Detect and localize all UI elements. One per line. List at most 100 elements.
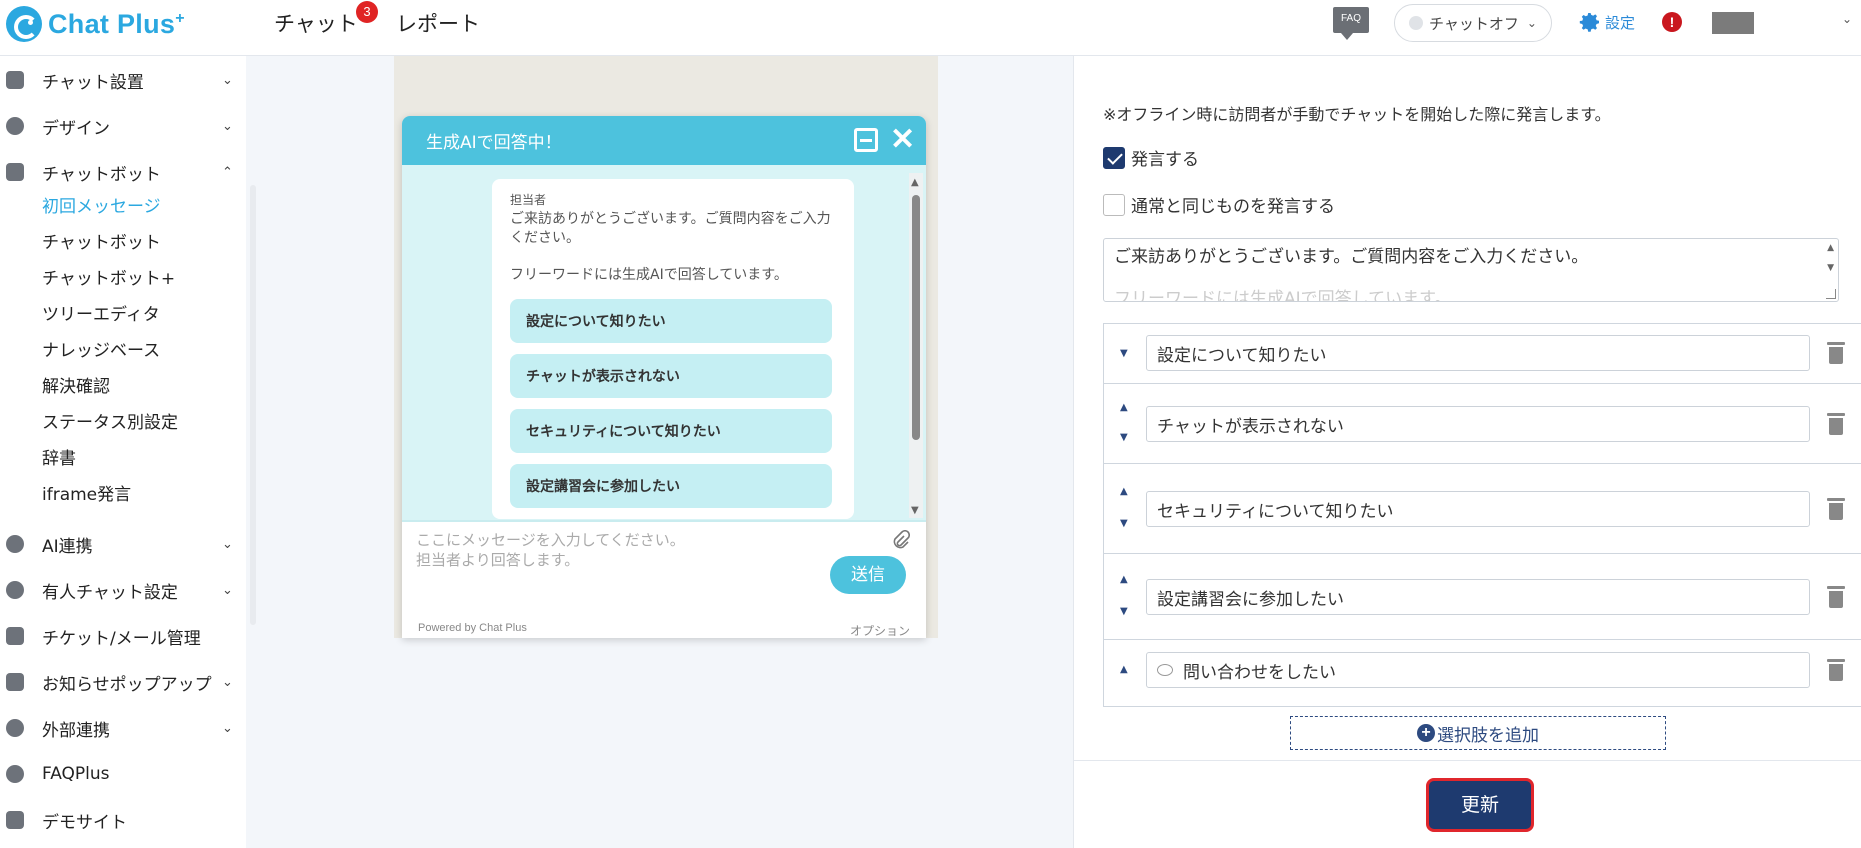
- preview-option-button[interactable]: 設定について知りたい: [510, 299, 832, 343]
- sidebar-subitem-resolution-check[interactable]: 解決確認: [42, 372, 110, 402]
- sidebar-subitem-chatbot[interactable]: チャットボット: [42, 228, 161, 258]
- option-link[interactable]: オプション: [850, 622, 910, 638]
- chat-widget-preview: 生成AIで回答中！ ✕ 担当者 ご来訪ありがとうございます。ご質問内容をご入力く…: [402, 116, 926, 638]
- sidebar-subitem-first-message[interactable]: 初回メッセージ: [42, 192, 161, 222]
- user-chevron-down-icon[interactable]: ⌄: [1842, 12, 1852, 26]
- nav-report[interactable]: レポート: [396, 8, 480, 38]
- choice-list: ▼ 設定について知りたい ▲ ▼ チャットが表示されない ▲ ▼ セキュリティに…: [1103, 323, 1861, 707]
- choice-row: ▲ ▼ セキュリティについて知りたい: [1104, 464, 1861, 554]
- choice-input[interactable]: 設定講習会に参加したい: [1146, 579, 1810, 615]
- logo[interactable]: Chat Plus+: [6, 4, 185, 44]
- move-up-icon[interactable]: ▲: [1120, 486, 1128, 497]
- scroll-thumb[interactable]: [912, 195, 920, 440]
- textarea-scroll-up-icon[interactable]: ▲: [1827, 243, 1834, 253]
- sidebar-subitem-tree-editor[interactable]: ツリーエディタ: [42, 300, 160, 330]
- sidebar-item-design[interactable]: デザイン ⌄: [0, 108, 246, 144]
- nav-chat[interactable]: チャット: [274, 8, 358, 38]
- textarea-scroll-down-icon[interactable]: ▼: [1827, 263, 1834, 273]
- sidebar-item-chat-install[interactable]: チャット設置 ⌄: [0, 62, 246, 98]
- speak-checkbox[interactable]: [1103, 146, 1125, 169]
- chevron-down-icon: ⌄: [222, 536, 233, 552]
- move-down-icon[interactable]: ▼: [1120, 518, 1128, 529]
- add-choice-button[interactable]: + 選択肢を追加: [1290, 716, 1666, 750]
- alert-icon[interactable]: !: [1662, 12, 1682, 32]
- avatar[interactable]: [1712, 12, 1754, 34]
- ticket-icon: [6, 627, 24, 645]
- chevron-down-icon: ⌄: [1526, 16, 1537, 30]
- choice-input[interactable]: 設定について知りたい: [1146, 335, 1810, 371]
- message-input[interactable]: ここにメッセージを入力してください。 担当者より回答します。 送信 Powere…: [402, 520, 926, 638]
- sidebar-subitem-chatbot-plus[interactable]: チャットボット+: [42, 264, 175, 294]
- choice-input[interactable]: セキュリティについて知りたい: [1146, 491, 1810, 527]
- trash-icon[interactable]: [1827, 659, 1845, 681]
- sidebar-item-chatbot[interactable]: チャットボット ⌃: [0, 154, 246, 190]
- speak-checkbox-row[interactable]: 発言する: [1103, 145, 1199, 170]
- chevron-down-icon: ⌄: [222, 118, 233, 134]
- message-bubble: 担当者 ご来訪ありがとうございます。ご質問内容をご入力ください。 フリーワードに…: [492, 179, 854, 519]
- sidebar-item-ai[interactable]: AI連携 ⌄: [0, 526, 246, 562]
- sidebar-item-ticket[interactable]: チケット/メール管理: [0, 618, 246, 654]
- resize-handle-icon[interactable]: [1826, 289, 1836, 299]
- paperclip-icon[interactable]: [890, 530, 910, 550]
- sidebar-item-live-chat[interactable]: 有人チャット設定 ⌄: [0, 572, 246, 608]
- sidebar-subitem-dictionary[interactable]: 辞書: [42, 444, 76, 474]
- chat-icon: [6, 163, 24, 181]
- widget-header: 生成AIで回答中！ ✕: [402, 116, 926, 165]
- sidebar-item-label: デモサイト: [42, 812, 127, 833]
- chevron-down-icon: ⌄: [222, 72, 233, 88]
- move-down-icon[interactable]: ▼: [1120, 432, 1128, 443]
- sidebar-item-label: AI連携: [42, 536, 93, 557]
- settings-link[interactable]: 設定: [1578, 10, 1635, 34]
- sidebar-scrollbar[interactable]: [250, 185, 256, 625]
- sidebar-subitem-knowledge-base[interactable]: ナレッジベース: [42, 336, 160, 366]
- trash-icon[interactable]: [1827, 342, 1845, 364]
- sidebar-item-faqplus[interactable]: FAQPlus: [0, 756, 246, 792]
- tools-icon: [6, 71, 24, 89]
- message-textarea-value: ご来訪ありがとうございます。ご質問内容をご入力ください。: [1114, 247, 1589, 267]
- chat-status-dropdown[interactable]: チャットオフ ⌄: [1394, 4, 1552, 42]
- move-up-icon[interactable]: ▲: [1120, 664, 1128, 675]
- sidebar-item-label: チケット/メール管理: [42, 628, 201, 649]
- trash-icon[interactable]: [1827, 498, 1845, 520]
- same-message-checkbox-row[interactable]: 通常と同じものを発言する: [1103, 192, 1335, 217]
- message-sender: 担当者: [510, 193, 547, 207]
- move-down-icon[interactable]: ▼: [1120, 606, 1128, 617]
- preview-option-button[interactable]: チャットが表示されない: [510, 354, 832, 398]
- move-up-icon[interactable]: ▲: [1120, 402, 1128, 413]
- choice-input[interactable]: 問い合わせをしたい: [1146, 652, 1810, 688]
- move-down-icon[interactable]: ▼: [1120, 348, 1128, 359]
- send-button[interactable]: 送信: [830, 556, 906, 594]
- speak-checkbox-label: 発言する: [1131, 150, 1199, 170]
- message-textarea[interactable]: ご来訪ありがとうございます。ご質問内容をご入力ください。 フリーワードには生成A…: [1103, 238, 1839, 302]
- sidebar-item-demo[interactable]: デモサイト: [0, 802, 246, 838]
- faq-icon[interactable]: FAQ: [1333, 7, 1369, 40]
- chevron-down-icon: ⌄: [222, 582, 233, 598]
- trash-icon[interactable]: [1827, 413, 1845, 435]
- popup-icon: [6, 673, 24, 691]
- faq-shield-icon: [6, 765, 24, 783]
- update-button[interactable]: 更新: [1426, 778, 1534, 832]
- sidebar-subitem-iframe[interactable]: iframe発言: [42, 480, 131, 510]
- preview-option-button[interactable]: 設定講習会に参加したい: [510, 464, 832, 508]
- choice-row: ▲ ▼ 設定講習会に参加したい: [1104, 554, 1861, 640]
- preview-option-button[interactable]: セキュリティについて知りたい: [510, 409, 832, 453]
- widget-body: 担当者 ご来訪ありがとうございます。ご質問内容をご入力ください。 フリーワードに…: [402, 165, 926, 520]
- close-icon[interactable]: ✕: [890, 122, 915, 157]
- minimize-icon[interactable]: [854, 128, 878, 152]
- gear-icon: [1579, 13, 1599, 32]
- chevron-down-icon: ⌄: [222, 720, 233, 736]
- sidebar-item-popup[interactable]: お知らせポップアップ ⌄: [0, 664, 246, 700]
- sidebar-item-label: 有人チャット設定: [42, 582, 178, 603]
- sidebar-item-integration[interactable]: 外部連携 ⌄: [0, 710, 246, 746]
- move-up-icon[interactable]: ▲: [1120, 574, 1128, 585]
- same-message-checkbox-label: 通常と同じものを発言する: [1131, 197, 1335, 217]
- trash-icon[interactable]: [1827, 586, 1845, 608]
- input-placeholder-line1: ここにメッセージを入力してください。: [416, 531, 685, 549]
- plus-circle-icon: +: [1417, 724, 1435, 742]
- same-message-checkbox[interactable]: [1103, 193, 1125, 216]
- scroll-down-icon[interactable]: ▼: [911, 505, 919, 516]
- sidebar-subitem-status-settings[interactable]: ステータス別設定: [42, 408, 178, 438]
- widget-scrollbar[interactable]: ▲ ▼: [909, 173, 923, 518]
- scroll-up-icon[interactable]: ▲: [911, 177, 919, 188]
- choice-input[interactable]: チャットが表示されない: [1146, 406, 1810, 442]
